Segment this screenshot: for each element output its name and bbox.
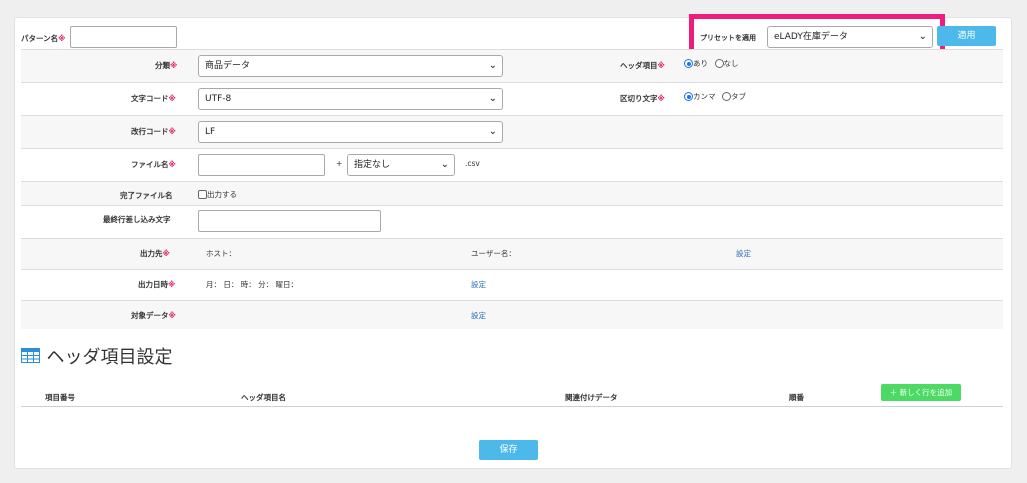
filename-suffix-value: 指定なし [354,160,391,170]
complete-file-label: 完了ファイル名 [120,191,173,200]
delimiter-radio-comma[interactable] [684,92,693,101]
header-item-radio-yes-label: あり [693,59,708,68]
column-header-item-number: 項目番号 [45,393,75,402]
column-related-data: 関連付けデータ [565,393,618,402]
header-item-radio-yes[interactable] [684,59,693,68]
delimiter-label: 区切り文字※ [620,94,665,103]
charset-label: 文字コード※ [131,94,176,103]
chevron-down-icon: ⌄ [488,60,497,71]
output-dest-set-link[interactable]: 設定 [736,248,751,259]
preset-select-value: eLADY在庫データ [774,32,848,42]
output-datetime-schedule: 月： 日： 時： 分： 曜日： [206,280,299,289]
column-header-item-name: ヘッダ項目名 [241,393,286,402]
output-datetime-set-link[interactable]: 設定 [471,279,486,290]
pattern-name-input[interactable] [70,26,177,48]
complete-file-checkbox-label: 出力する [207,190,237,199]
header-item-radio-no[interactable] [714,59,724,68]
output-dest-label: 出力先※ [140,249,170,258]
chevron-down-icon: ⌄ [488,93,497,104]
output-dest-host: ホスト： [206,249,236,258]
delimiter-radio-group: カンマ タブ [684,91,750,102]
header-item-radio-no-label: なし [723,59,739,68]
complete-file-checkbox[interactable] [198,190,207,199]
delimiter-radio-tab-label: タブ [731,92,747,101]
delimiter-radio-tab[interactable] [722,92,732,101]
category-select-value: 商品データ [205,61,251,71]
section-title: ヘッダ項目設定 [46,347,173,368]
newline-select-value: LF [205,127,216,137]
apply-preset-button[interactable]: 適用 [937,26,996,46]
filename-input[interactable] [198,154,325,176]
category-label: 分類※ [155,61,178,70]
preset-label: プリセットを適用 [700,34,756,42]
charset-select[interactable]: UTF-8 ⌄ [198,88,503,110]
pattern-name-label: パターン名※ [21,34,66,43]
newline-select[interactable]: LF ⌄ [198,121,503,143]
last-row-label: 最終行差し込み文字 [103,215,171,224]
save-button[interactable]: 保存 [479,440,538,460]
filename-plus: + [336,159,343,168]
chevron-down-icon: ⌄ [488,126,497,137]
preset-select[interactable]: eLADY在庫データ ⌄ [767,26,933,48]
column-order: 順番 [789,393,804,402]
output-dest-user: ユーザー名： [471,249,516,258]
target-data-label: 対象データ※ [131,311,176,320]
filename-extension: .csv [465,159,480,168]
filename-label: ファイル名※ [131,160,176,169]
header-settings-section: ヘッダ項目設定 [21,343,173,369]
category-select[interactable]: 商品データ ⌄ [198,55,503,77]
add-row-button[interactable]: ＋ 新しく行を追加 [881,384,961,401]
header-item-label: ヘッダ項目※ [620,61,665,70]
table-icon [21,347,40,365]
chevron-down-icon: ⌄ [918,31,927,42]
header-item-radio-group: あり なし [684,58,743,69]
table-header-divider [21,406,1003,407]
complete-file-checkbox-group: 出力する [198,189,241,200]
last-row-input[interactable] [198,210,381,232]
output-datetime-label: 出力日時※ [138,280,176,289]
newline-label: 改行コード※ [131,127,176,136]
charset-select-value: UTF-8 [205,94,232,104]
delimiter-radio-comma-label: カンマ [693,92,716,101]
filename-suffix-select[interactable]: 指定なし ⌄ [347,154,455,176]
target-data-set-link[interactable]: 設定 [471,310,486,321]
chevron-down-icon: ⌄ [440,159,449,170]
